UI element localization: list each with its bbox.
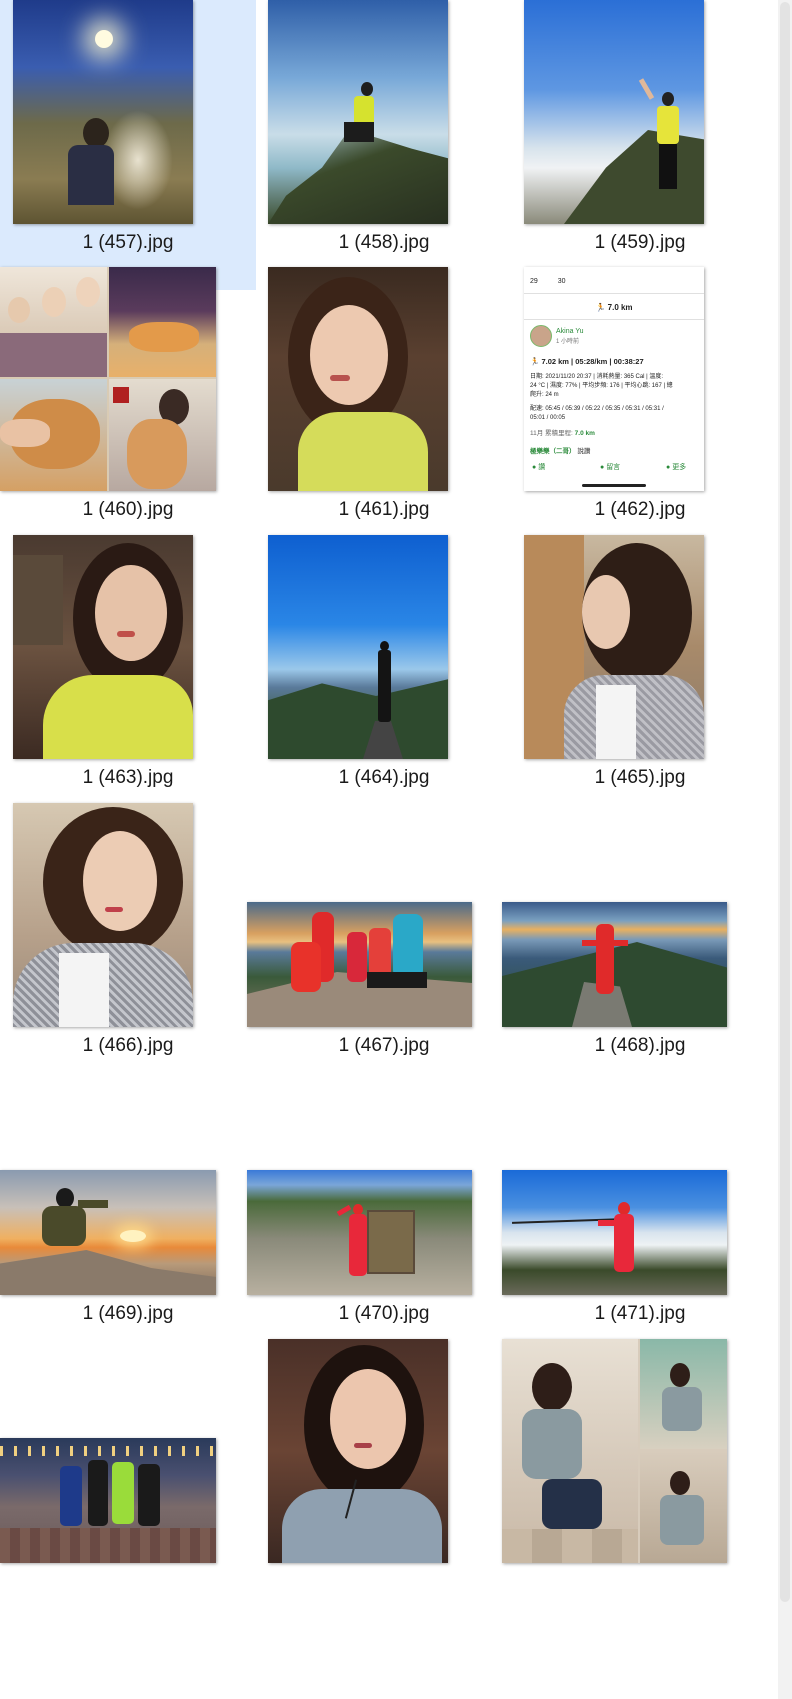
thumbnail-image xyxy=(524,0,704,224)
file-tile-471[interactable]: 1 (471).jpg xyxy=(502,1071,768,1361)
file-name: 1 (468).jpg xyxy=(594,1035,686,1056)
thumbnail-image xyxy=(13,803,193,1027)
run-summary: 7.02 km | 05:28/km | 00:38:27 xyxy=(541,357,644,366)
vertical-scrollbar[interactable] xyxy=(778,0,792,1699)
date-29: 29 xyxy=(530,278,538,285)
file-tile-457[interactable]: 1 (457).jpg xyxy=(0,0,256,290)
file-tile-461[interactable]: 1 (461).jpg xyxy=(256,267,512,557)
thumbnail-grid: 1 (457).jpg 1 (458).jpg 1 (459).jpg 1 (4… xyxy=(0,0,792,1699)
file-tile-467[interactable]: 1 (467).jpg xyxy=(247,803,512,1093)
file-name: 1 (471).jpg xyxy=(594,1303,686,1324)
file-name: 1 (470).jpg xyxy=(338,1303,430,1324)
home-indicator xyxy=(582,484,646,487)
file-tile-465[interactable]: 1 (465).jpg xyxy=(512,535,768,825)
thumbnail-image xyxy=(502,1339,727,1563)
file-tile-466[interactable]: 1 (466).jpg xyxy=(0,803,256,1093)
file-name: 1 (467).jpg xyxy=(338,1035,430,1056)
more-icon: ● xyxy=(666,464,671,471)
file-tile-472[interactable] xyxy=(0,1339,256,1629)
file-name: 1 (458).jpg xyxy=(338,232,430,253)
thumbnail-image xyxy=(0,1170,216,1295)
run-detail-3: 爬升: 24 m xyxy=(530,392,559,398)
thumbnail-image xyxy=(502,902,727,1027)
file-name: 1 (465).jpg xyxy=(594,767,686,788)
runner-small-icon: 🏃 xyxy=(530,357,540,366)
more-action[interactable]: ● 更多 xyxy=(666,463,686,472)
thumbnail-image xyxy=(0,267,216,491)
file-name: 1 (462).jpg xyxy=(594,499,686,520)
activity-card-thumbnail: 29 30 🏃 7.0 km Akina Yu 1 小時前 🏃 7.02 km … xyxy=(524,267,704,491)
splits-2: 05:01 / 00:05 xyxy=(530,415,566,421)
file-name: 1 (460).jpg xyxy=(82,499,174,520)
file-tile-460[interactable]: 1 (460).jpg xyxy=(0,267,256,557)
file-tile-459[interactable]: 1 (459).jpg xyxy=(512,0,768,290)
file-tile-474[interactable] xyxy=(502,1339,768,1629)
month-total: 7.0 km xyxy=(574,430,595,437)
run-detail-1: 日期: 2021/11/20 20:37 | 消耗熱量: 365 Cal | 溫… xyxy=(530,374,664,380)
file-name: 1 (466).jpg xyxy=(82,1035,174,1056)
file-name: 1 (464).jpg xyxy=(338,767,430,788)
file-tile-473[interactable] xyxy=(256,1339,512,1629)
group-name: 極樂樂（二哥） xyxy=(530,448,576,455)
like-icon: ● xyxy=(532,464,537,471)
month-label: 11月 累積里程: xyxy=(530,430,573,437)
comment-action[interactable]: ● 留言 xyxy=(600,463,620,472)
file-tile-468[interactable]: 1 (468).jpg xyxy=(502,803,768,1093)
date-30: 30 xyxy=(557,278,566,285)
thumbnail-image xyxy=(268,1339,448,1563)
runner-icon: 🏃 xyxy=(595,303,606,312)
like-action[interactable]: ● 讚 xyxy=(532,463,545,472)
posted-ago: 1 小時前 xyxy=(556,339,580,345)
thumbnail-image xyxy=(13,0,193,224)
thumbnail-image xyxy=(247,902,472,1027)
file-tile-464[interactable]: 1 (464).jpg xyxy=(256,535,512,825)
file-name: 1 (469).jpg xyxy=(82,1303,174,1324)
thumbnail-image xyxy=(524,535,704,759)
scrollbar-thumb[interactable] xyxy=(780,2,790,1602)
thumbnail-image xyxy=(268,535,448,759)
group-suffix: 說讚 xyxy=(577,448,591,455)
splits-1: 配速: 05:45 / 05:39 / 05:22 / 05:35 / 05:3… xyxy=(530,406,664,412)
file-tile-463[interactable]: 1 (463).jpg xyxy=(0,535,256,825)
thumbnail-image xyxy=(13,535,193,759)
file-tile-462[interactable]: 29 30 🏃 7.0 km Akina Yu 1 小時前 🏃 7.02 km … xyxy=(512,267,768,557)
file-tile-469[interactable]: 1 (469).jpg xyxy=(0,1071,256,1361)
thumbnail-image xyxy=(247,1170,472,1295)
thumbnail-image xyxy=(268,0,448,224)
thumbnail-image xyxy=(0,1438,216,1563)
file-name: 1 (461).jpg xyxy=(338,499,430,520)
file-name: 1 (463).jpg xyxy=(82,767,174,788)
file-name: 1 (459).jpg xyxy=(594,232,686,253)
thumbnail-image xyxy=(502,1170,727,1295)
file-name: 1 (457).jpg xyxy=(82,232,174,253)
user-name: Akina Yu xyxy=(556,328,584,335)
distance-header: 7.0 km xyxy=(607,303,633,312)
thumbnail-image xyxy=(268,267,448,491)
comment-icon: ● xyxy=(600,464,605,471)
file-tile-458[interactable]: 1 (458).jpg xyxy=(256,0,512,290)
file-tile-470[interactable]: 1 (470).jpg xyxy=(247,1071,512,1361)
avatar xyxy=(530,325,552,347)
run-detail-2: 24 °C | 濕度: 77% | 平均步頻: 176 | 平均心跳: 167 … xyxy=(530,383,673,389)
